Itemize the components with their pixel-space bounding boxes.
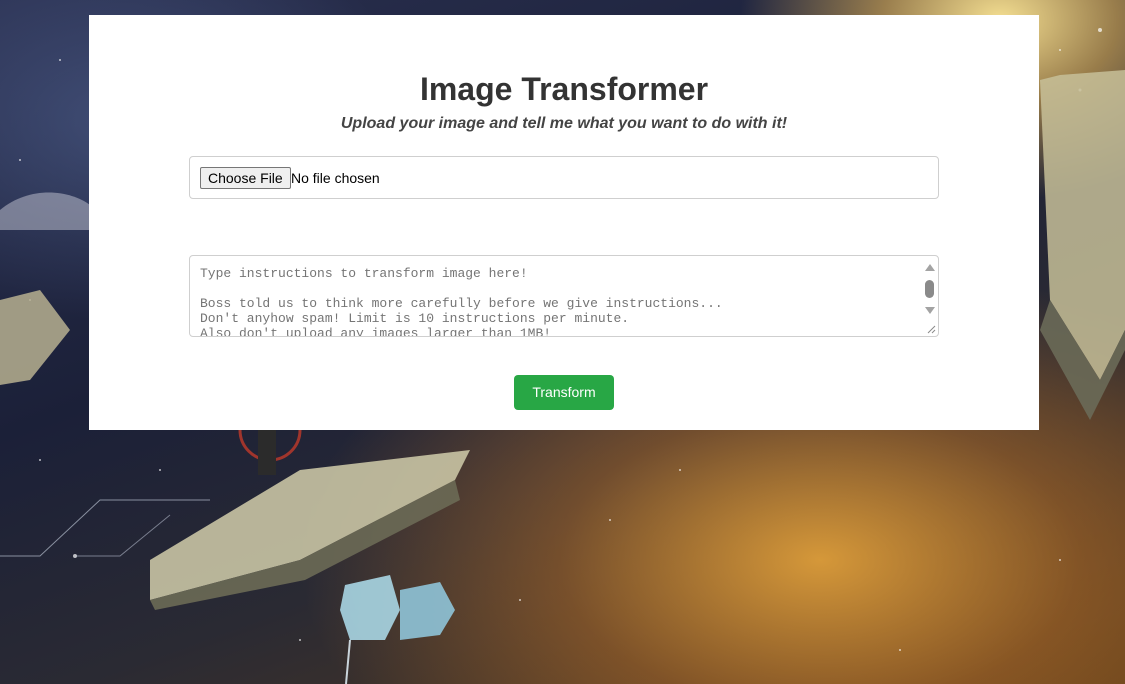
page-subtitle: Upload your image and tell me what you w… [340,115,788,132]
scroll-down-arrow-icon[interactable] [925,307,935,314]
instructions-placeholder: Type instructions to transform image her… [200,266,723,337]
instructions-textarea[interactable]: Type instructions to transform image her… [189,255,939,337]
choose-file-button[interactable]: Choose File [200,167,291,189]
file-upload-field[interactable]: Choose File No file chosen [189,156,939,199]
transform-button[interactable]: Transform [514,375,614,410]
resize-grip-icon[interactable] [926,324,936,334]
page-title: Image Transformer [419,71,709,107]
scroll-up-arrow-icon[interactable] [925,264,935,271]
scroll-thumb[interactable] [925,280,934,298]
transformer-card: Image Transformer Upload your image and … [89,15,1039,430]
file-status-text: No file chosen [291,170,380,186]
